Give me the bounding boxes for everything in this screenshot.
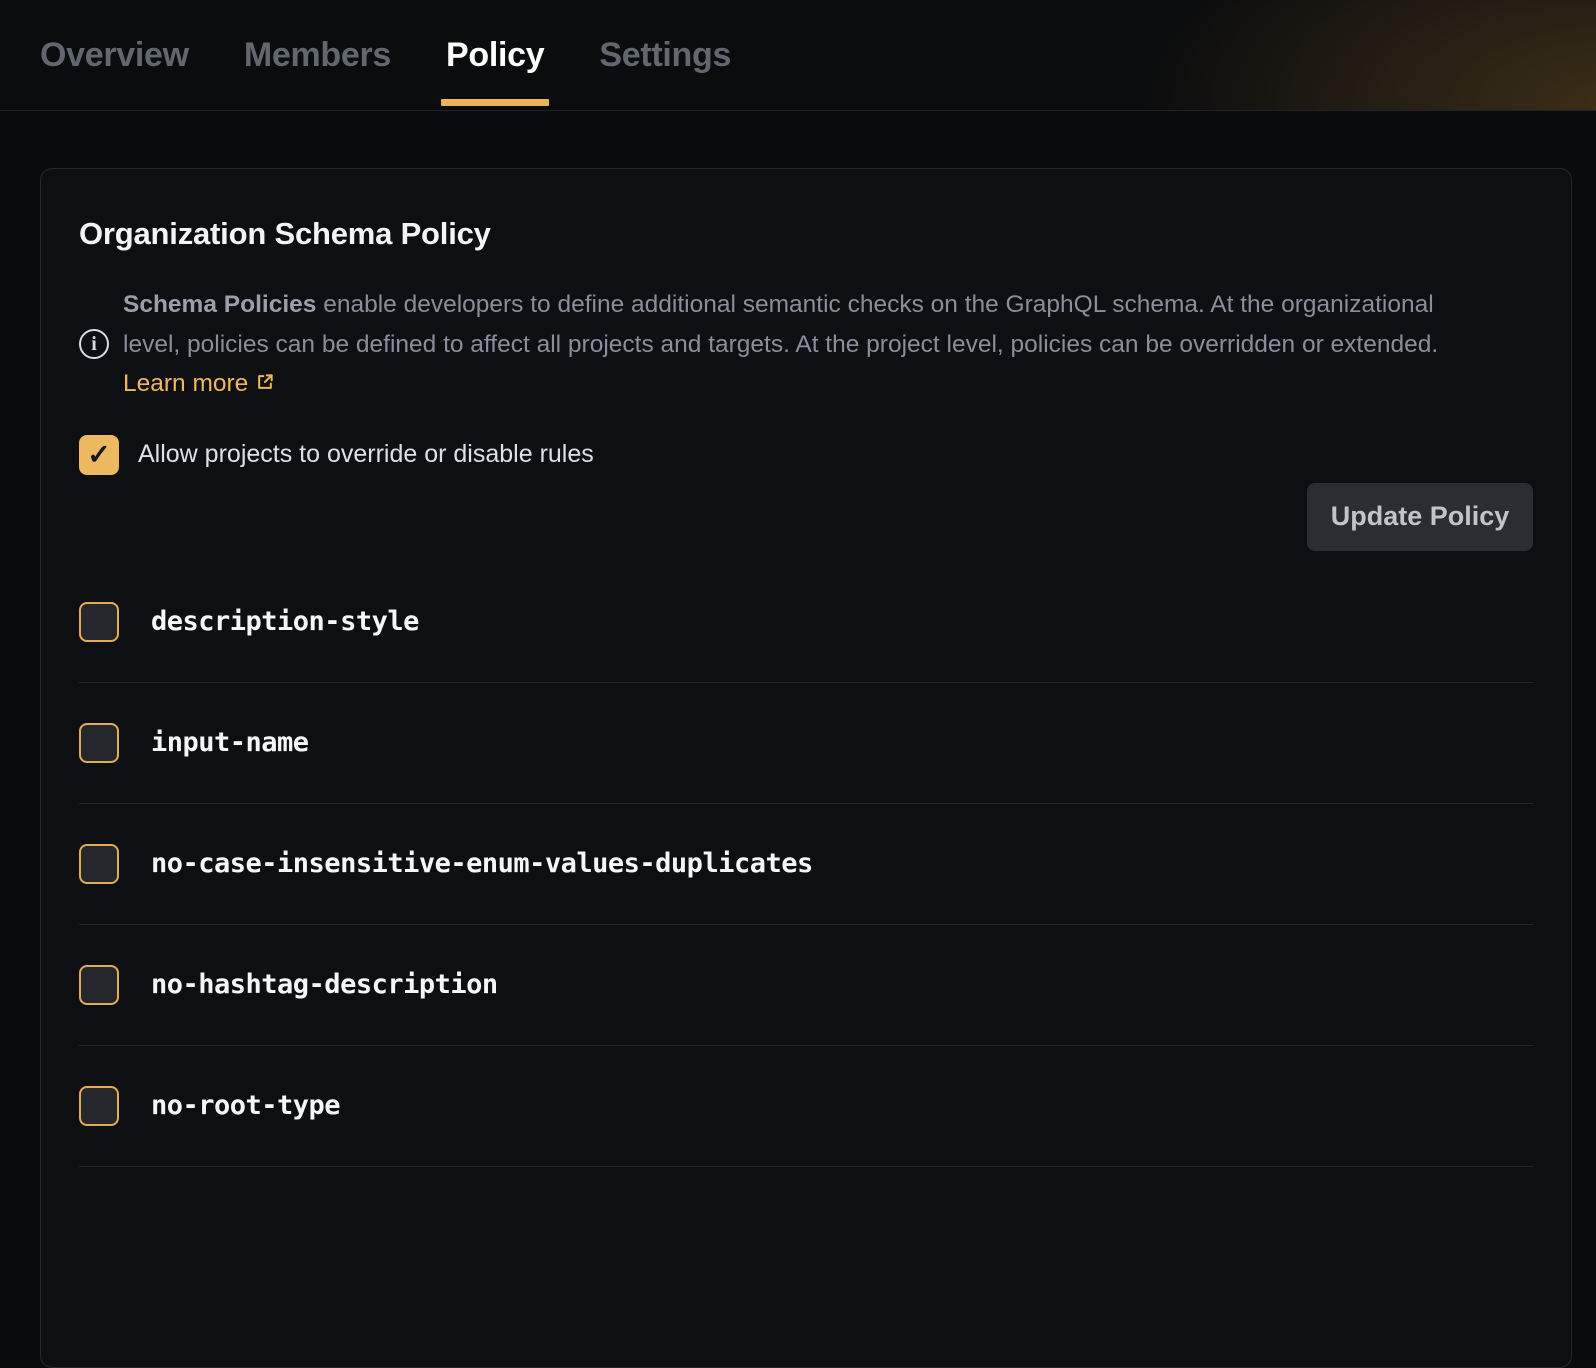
rules-list: description-style input-name no-case-ins… (79, 562, 1533, 1167)
tab-settings-label: Settings (599, 36, 731, 75)
rule-name: no-root-type (151, 1090, 340, 1121)
rule-name: description-style (151, 606, 419, 637)
rule-checkbox-input-name[interactable] (79, 723, 119, 763)
tab-policy-label: Policy (446, 36, 544, 75)
update-policy-button[interactable]: Update Policy (1307, 483, 1533, 551)
tab-overview[interactable]: Overview (35, 0, 194, 110)
rule-row-no-hashtag-description: no-hashtag-description (79, 925, 1533, 1046)
external-link-icon (255, 372, 275, 392)
active-tab-indicator (441, 99, 549, 106)
rule-checkbox-no-case-insensitive-enum-values-duplicates[interactable] (79, 844, 119, 884)
org-tab-bar: Overview Members Policy Settings (0, 0, 1596, 111)
rule-name: no-case-insensitive-enum-values-duplicat… (151, 848, 813, 879)
tab-members[interactable]: Members (239, 0, 396, 110)
rule-row-no-root-type: no-root-type (79, 1046, 1533, 1167)
allow-override-row: ✓ Allow projects to override or disable … (79, 435, 1533, 475)
policy-info-note: i Schema Policies enable developers to d… (79, 285, 1533, 404)
policy-description: Schema Policies enable developers to def… (123, 285, 1495, 404)
page-title: Organization Schema Policy (79, 216, 1533, 252)
allow-override-checkbox[interactable]: ✓ (79, 435, 119, 475)
rule-checkbox-no-root-type[interactable] (79, 1086, 119, 1126)
tab-members-label: Members (244, 36, 391, 75)
learn-more-link[interactable]: Learn more (123, 370, 248, 397)
tab-policy[interactable]: Policy (441, 0, 549, 110)
tab-settings[interactable]: Settings (594, 0, 736, 110)
rule-checkbox-no-hashtag-description[interactable] (79, 965, 119, 1005)
rule-row-input-name: input-name (79, 683, 1533, 804)
tab-overview-label: Overview (40, 36, 189, 75)
policy-description-body: enable developers to define additional s… (123, 291, 1438, 358)
rule-name: input-name (151, 727, 309, 758)
info-icon: i (79, 329, 109, 359)
rule-row-description-style: description-style (79, 562, 1533, 683)
allow-override-label: Allow projects to override or disable ru… (138, 440, 594, 469)
policy-description-lead: Schema Policies (123, 291, 316, 318)
rule-name: no-hashtag-description (151, 969, 498, 1000)
rule-checkbox-description-style[interactable] (79, 602, 119, 642)
rule-row-no-case-insensitive-enum-values-duplicates: no-case-insensitive-enum-values-duplicat… (79, 804, 1533, 925)
policy-card: Organization Schema Policy i Schema Poli… (40, 168, 1572, 1368)
update-policy-row: Update Policy (79, 483, 1533, 551)
